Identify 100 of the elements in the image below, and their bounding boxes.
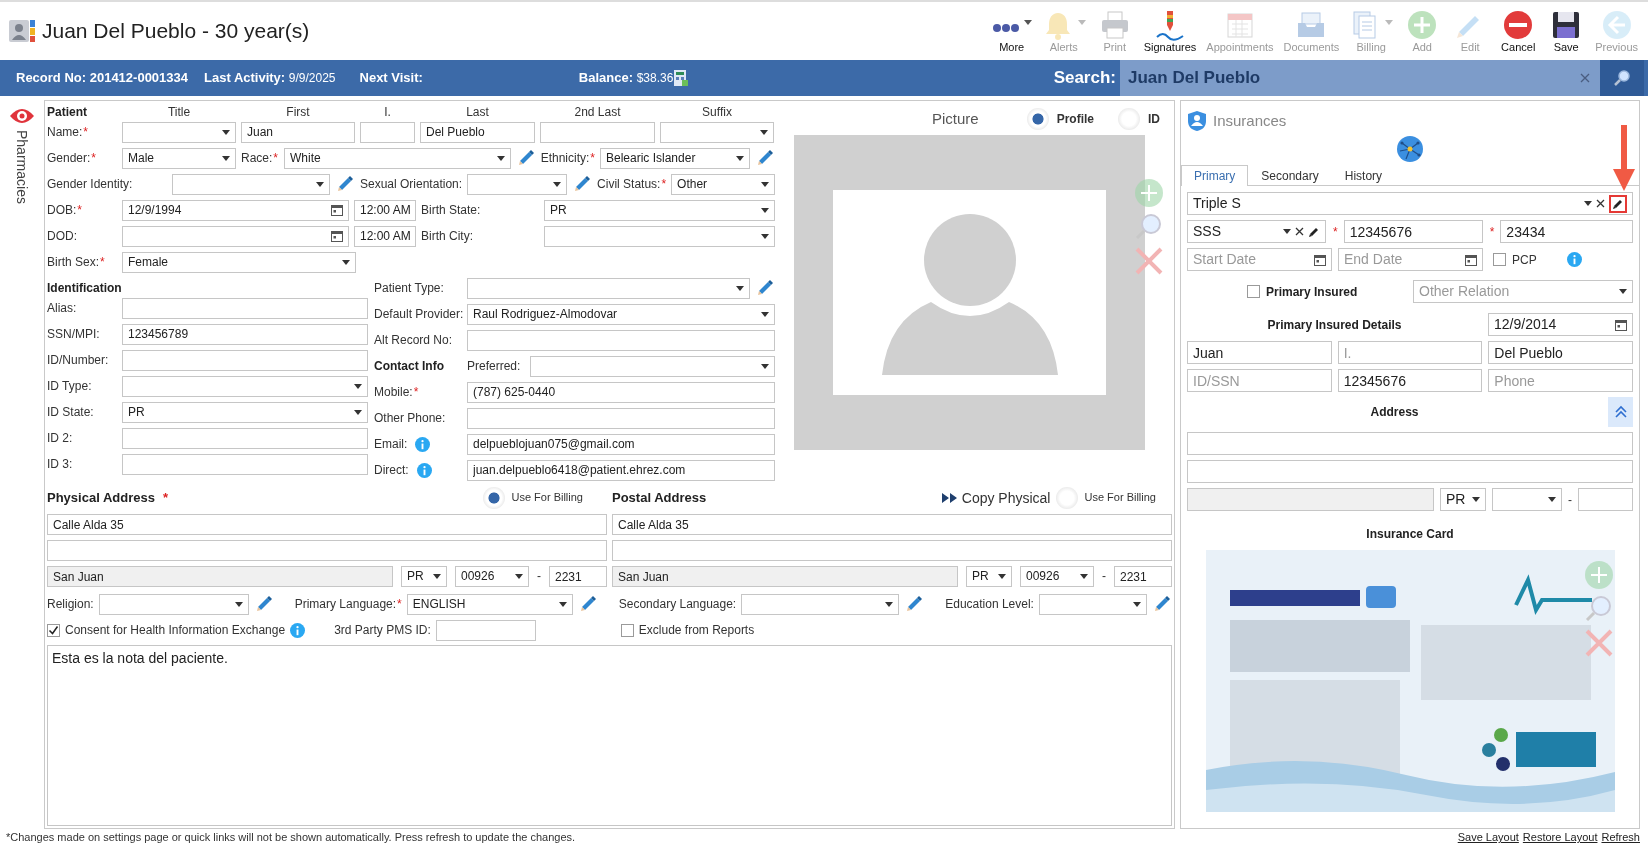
zoom-icon[interactable]	[1584, 593, 1614, 624]
dropdown[interactable]	[122, 121, 236, 143]
checkbox[interactable]	[47, 623, 60, 637]
dropdown[interactable]: PR	[401, 566, 447, 587]
dropdown[interactable]: PR	[122, 401, 368, 423]
info-icon[interactable]	[415, 436, 431, 452]
toolbar-button[interactable]: More	[987, 7, 1036, 55]
collapse-button[interactable]	[1608, 397, 1633, 428]
dropdown[interactable]	[660, 121, 774, 143]
dropdown[interactable]	[172, 173, 330, 195]
text-field[interactable]: Juan	[241, 121, 355, 143]
text-field[interactable]: Calle Alda 35	[47, 514, 607, 535]
text-field[interactable]: Phone	[1488, 369, 1633, 393]
close-icon[interactable]	[1134, 246, 1164, 276]
dropdown[interactable]: PR	[966, 566, 1012, 587]
plus-icon[interactable]	[1584, 559, 1614, 590]
radio-button[interactable]	[1026, 108, 1049, 130]
dropdown[interactable]	[122, 375, 368, 397]
text-field[interactable]	[122, 349, 368, 371]
dropdown[interactable]	[544, 225, 775, 247]
clear-icon[interactable]	[1596, 199, 1605, 209]
text-field[interactable]	[1187, 432, 1633, 456]
dropdown[interactable]: White	[284, 147, 511, 169]
text-field[interactable]: (787) 625-0440	[467, 381, 775, 403]
dropdown[interactable]: ENGLISH	[406, 593, 573, 615]
calendar-icon[interactable]	[331, 204, 343, 216]
text-field[interactable]	[122, 297, 368, 319]
radio-button[interactable]	[483, 487, 506, 509]
dropdown[interactable]	[467, 277, 750, 299]
text-field[interactable]	[122, 453, 368, 475]
time-field[interactable]: 12:00 AM	[354, 199, 416, 221]
date-field[interactable]: 12/9/2014	[1488, 313, 1633, 337]
tab[interactable]: Secondary	[1248, 165, 1332, 187]
footer-link[interactable]: Restore Layout	[1522, 831, 1598, 844]
text-field[interactable]: 123456789	[122, 323, 368, 345]
dropdown[interactable]	[467, 173, 568, 195]
text-field[interactable]: delpueblojuan075@gmail.com	[467, 433, 775, 455]
text-field[interactable]	[540, 121, 655, 143]
tab[interactable]: History	[1331, 165, 1396, 187]
dropdown[interactable]: 00926	[1020, 566, 1094, 587]
text-field[interactable]: Del Pueblo	[420, 121, 535, 143]
dropdown[interactable]: Female	[122, 251, 356, 273]
checkbox[interactable]	[1493, 253, 1506, 267]
footer-link[interactable]: Refresh	[1601, 831, 1640, 844]
pencil-icon[interactable]	[1308, 225, 1320, 238]
close-icon[interactable]	[1584, 627, 1614, 658]
checkbox[interactable]	[620, 623, 634, 637]
text-field[interactable]: 23434	[1500, 220, 1633, 244]
text-field[interactable]: 2231	[1114, 566, 1172, 587]
readonly-field[interactable]	[1187, 488, 1434, 512]
dropdown[interactable]: Belearic Islander	[600, 147, 750, 169]
dropdown[interactable]: Triple S	[1187, 192, 1633, 216]
dropdown[interactable]: PR	[1440, 488, 1486, 512]
readonly-field[interactable]: San Juan	[612, 566, 958, 587]
text-field[interactable]	[1578, 488, 1633, 512]
text-field[interactable]	[122, 427, 368, 449]
dropdown[interactable]: PR	[544, 199, 775, 221]
checkbox[interactable]	[1247, 285, 1260, 299]
info-icon[interactable]	[1566, 252, 1582, 268]
dropdown[interactable]	[741, 593, 900, 615]
dropdown[interactable]: Male	[122, 147, 236, 169]
dropdown[interactable]: Raul Rodriguez-Almodovar	[467, 303, 775, 325]
text-field[interactable]	[467, 329, 775, 351]
text-field[interactable]: ID/SSN	[1187, 369, 1332, 393]
dropdown[interactable]: SSS	[1187, 220, 1326, 244]
copy-physical-button[interactable]: Copy Physical	[941, 489, 1051, 507]
text-field[interactable]: 2231	[549, 566, 607, 587]
dropdown[interactable]	[530, 355, 775, 377]
info-icon[interactable]	[290, 622, 306, 638]
dropdown[interactable]	[1038, 593, 1147, 615]
text-field[interactable]: juan.delpueblo6418@patient.ehrez.com	[467, 459, 775, 481]
text-field[interactable]	[612, 540, 1172, 561]
notes-field[interactable]: Esta es la nota del paciente.	[47, 645, 1172, 826]
calendar-icon[interactable]	[1314, 253, 1326, 266]
search-field[interactable]: Juan Del Pueblo	[1120, 60, 1600, 96]
text-field[interactable]: Del Pueblo	[1488, 341, 1633, 365]
dropdown[interactable]: Other	[671, 173, 775, 195]
dropdown[interactable]: 00926	[455, 566, 529, 587]
text-field[interactable]	[47, 540, 607, 561]
text-field[interactable]: Calle Alda 35	[612, 514, 1172, 535]
calendar-icon[interactable]	[1465, 253, 1477, 266]
calendar-icon[interactable]	[1615, 318, 1627, 331]
toolbar-button[interactable]: Signatures	[1139, 7, 1201, 55]
side-tab[interactable]: Pharmacies	[13, 130, 31, 204]
text-field[interactable]: Juan	[1187, 341, 1332, 365]
date-field[interactable]: 12/9/1994	[122, 199, 349, 221]
text-field[interactable]	[435, 619, 536, 641]
text-field[interactable]: 12345676	[1343, 220, 1483, 244]
text-field[interactable]	[467, 407, 775, 429]
dropdown[interactable]	[1492, 488, 1562, 512]
text-field[interactable]	[360, 121, 415, 143]
dropdown[interactable]	[98, 593, 249, 615]
info-icon[interactable]	[416, 462, 432, 478]
tab[interactable]: Primary	[1181, 165, 1249, 187]
plus-icon[interactable]	[1134, 178, 1164, 208]
footer-link[interactable]: Save Layout	[1457, 831, 1519, 844]
calendar-icon[interactable]	[331, 230, 343, 242]
text-field[interactable]	[1187, 460, 1633, 484]
search-button[interactable]	[1600, 60, 1644, 96]
readonly-field[interactable]: San Juan	[47, 566, 393, 587]
